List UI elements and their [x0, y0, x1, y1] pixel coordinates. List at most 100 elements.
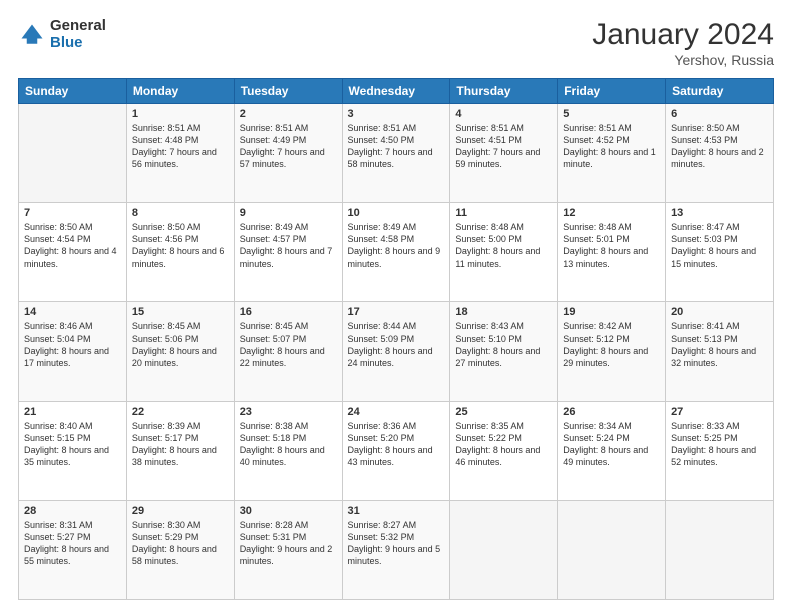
calendar-cell: 25Sunrise: 8:35 AMSunset: 5:22 PMDayligh… [450, 401, 558, 500]
sunrise-text: Sunrise: 8:50 AM [671, 123, 740, 133]
calendar-table: SundayMondayTuesdayWednesdayThursdayFrid… [18, 78, 774, 600]
daylight-text: Daylight: 8 hours and 9 minutes. [348, 246, 441, 268]
daylight-text: Daylight: 8 hours and 52 minutes. [671, 445, 756, 467]
daylight-text: Daylight: 7 hours and 56 minutes. [132, 147, 217, 169]
daylight-text: Daylight: 8 hours and 15 minutes. [671, 246, 756, 268]
sunrise-text: Sunrise: 8:50 AM [132, 222, 201, 232]
cell-info: Sunrise: 8:28 AMSunset: 5:31 PMDaylight:… [240, 519, 337, 568]
location: Yershov, Russia [592, 52, 774, 68]
daylight-text: Daylight: 8 hours and 35 minutes. [24, 445, 109, 467]
daylight-text: Daylight: 8 hours and 29 minutes. [563, 346, 648, 368]
sunrise-text: Sunrise: 8:38 AM [240, 421, 309, 431]
day-number: 2 [240, 108, 337, 120]
sunrise-text: Sunrise: 8:51 AM [455, 123, 524, 133]
month-year: January 2024 [592, 18, 774, 52]
cell-info: Sunrise: 8:49 AMSunset: 4:57 PMDaylight:… [240, 221, 337, 270]
daylight-text: Daylight: 8 hours and 55 minutes. [24, 544, 109, 566]
calendar-cell: 31Sunrise: 8:27 AMSunset: 5:32 PMDayligh… [342, 500, 450, 599]
sunrise-text: Sunrise: 8:48 AM [563, 222, 632, 232]
day-number: 13 [671, 207, 768, 219]
calendar-cell: 7Sunrise: 8:50 AMSunset: 4:54 PMDaylight… [19, 203, 127, 302]
calendar-cell: 6 Sunrise: 8:50 AM Sunset: 4:53 PM Daylight… [666, 104, 774, 203]
day-number: 1 [132, 108, 229, 120]
calendar-cell: 8Sunrise: 8:50 AMSunset: 4:56 PMDaylight… [126, 203, 234, 302]
cell-info: Sunrise: 8:51 AMSunset: 4:50 PMDaylight:… [348, 122, 445, 171]
daylight-text: Daylight: 8 hours and 27 minutes. [455, 346, 540, 368]
cell-info: Sunrise: 8:51 AMSunset: 4:49 PMDaylight:… [240, 122, 337, 171]
sunrise-text: Sunrise: 8:49 AM [240, 222, 309, 232]
day-header-thursday: Thursday [450, 79, 558, 104]
sunrise-text: Sunrise: 8:46 AM [24, 321, 93, 331]
calendar-cell: 4Sunrise: 8:51 AMSunset: 4:51 PMDaylight… [450, 104, 558, 203]
calendar-cell: 5Sunrise: 8:51 AMSunset: 4:52 PMDaylight… [558, 104, 666, 203]
daylight-text: Daylight: 8 hours and 40 minutes. [240, 445, 325, 467]
calendar-cell [558, 500, 666, 599]
logo-general-text: General [50, 18, 106, 35]
sunset-text: Sunset: 5:00 PM [455, 234, 522, 244]
header: General Blue January 2024 Yershov, Russi… [18, 18, 774, 68]
daylight-text: Daylight: 7 hours and 59 minutes. [455, 147, 540, 169]
sunset-text: Sunset: 4:58 PM [348, 234, 415, 244]
cell-info: Sunrise: 8:48 AMSunset: 5:00 PMDaylight:… [455, 221, 552, 270]
daylight-text: Daylight: 9 hours and 2 minutes. [240, 544, 333, 566]
sunrise-text: Sunrise: 8:40 AM [24, 421, 93, 431]
sunset-text: Sunset: 5:12 PM [563, 334, 630, 344]
week-row-2: 7Sunrise: 8:50 AMSunset: 4:54 PMDaylight… [19, 203, 774, 302]
week-row-4: 21Sunrise: 8:40 AMSunset: 5:15 PMDayligh… [19, 401, 774, 500]
cell-info: Sunrise: 8:50 AM Sunset: 4:56 PM Daylight:… [132, 221, 229, 270]
sunset-text: Sunset: 5:18 PM [240, 433, 307, 443]
daylight-text: Daylight: 8 hours and 6 minutes. [132, 246, 225, 268]
sunset-text: Sunset: 5:27 PM [24, 532, 91, 542]
calendar-cell: 20 Sunrise: 8:41 AMSunset: 5:13 PMDayligh… [666, 302, 774, 401]
calendar-cell: 9Sunrise: 8:49 AMSunset: 4:57 PMDaylight… [234, 203, 342, 302]
calendar-cell: 28Sunrise: 8:31 AMSunset: 5:27 PMDayligh… [19, 500, 127, 599]
calendar-cell: 24Sunrise: 8:36 AMSunset: 5:20 PMDayligh… [342, 401, 450, 500]
sunrise-text: Sunrise: 8:33 AM [671, 421, 740, 431]
day-number: 22 [132, 406, 229, 418]
cell-info: Sunrise: 8:43 AMSunset: 5:10 PMDaylight:… [455, 320, 552, 369]
cell-info: Sunrise: 8:33 AMSunset: 5:25 PMDaylight:… [671, 420, 768, 469]
day-header-tuesday: Tuesday [234, 79, 342, 104]
sunset-text: Sunset: 4:52 PM [563, 135, 630, 145]
sunset-text: Sunset: 4:51 PM [455, 135, 522, 145]
day-number: 27 [671, 406, 768, 418]
day-number: 6 [671, 108, 768, 120]
calendar-cell: 23Sunrise: 8:38 AMSunset: 5:18 PMDayligh… [234, 401, 342, 500]
sunrise-text: Sunrise: 8:51 AM [132, 123, 201, 133]
daylight-text: Daylight: 9 hours and 5 minutes. [348, 544, 441, 566]
daylight-text: Daylight: 8 hours and 2 minutes. [671, 147, 764, 169]
cell-info: Sunrise: 8:27 AMSunset: 5:32 PMDaylight:… [348, 519, 445, 568]
sunset-text: Sunset: 4:53 PM [671, 135, 738, 145]
day-number: 11 [455, 207, 552, 219]
sunset-text: Sunset: 5:32 PM [348, 532, 415, 542]
logo-blue-text: Blue [50, 35, 106, 52]
sunset-text: Sunset: 5:15 PM [24, 433, 91, 443]
sunset-text: Sunset: 4:49 PM [240, 135, 307, 145]
calendar-cell: 19Sunrise: 8:42 AMSunset: 5:12 PMDayligh… [558, 302, 666, 401]
day-number: 12 [563, 207, 660, 219]
calendar-cell: 3Sunrise: 8:51 AMSunset: 4:50 PMDaylight… [342, 104, 450, 203]
day-number: 14 [24, 306, 121, 318]
sunrise-text: Sunrise: 8:34 AM [563, 421, 632, 431]
sunset-text: Sunset: 5:09 PM [348, 334, 415, 344]
cell-info: Sunrise: 8:41 AMSunset: 5:13 PMDaylight:… [671, 320, 768, 369]
sunset-text: Sunset: 5:24 PM [563, 433, 630, 443]
cell-info: Sunrise: 8:50 AM Sunset: 4:53 PM Daylight:… [671, 122, 768, 171]
sunset-text: Sunset: 4:56 PM [132, 234, 199, 244]
day-number: 20 [671, 306, 768, 318]
day-header-saturday: Saturday [666, 79, 774, 104]
calendar-cell: 2 Sunrise: 8:51 AMSunset: 4:49 PMDaylight… [234, 104, 342, 203]
calendar-cell: 14Sunrise: 8:46 AMSunset: 5:04 PMDayligh… [19, 302, 127, 401]
day-number: 30 [240, 505, 337, 517]
week-row-5: 28Sunrise: 8:31 AMSunset: 5:27 PMDayligh… [19, 500, 774, 599]
sunset-text: Sunset: 4:57 PM [240, 234, 307, 244]
calendar-cell: 29Sunrise: 8:30 AMSunset: 5:29 PMDayligh… [126, 500, 234, 599]
page: General Blue January 2024 Yershov, Russi… [0, 0, 792, 612]
sunset-text: Sunset: 5:20 PM [348, 433, 415, 443]
cell-info: Sunrise: 8:34 AMSunset: 5:24 PMDaylight:… [563, 420, 660, 469]
cell-info: Sunrise: 8:47 AMSunset: 5:03 PMDaylight:… [671, 221, 768, 270]
calendar-cell: 17Sunrise: 8:44 AMSunset: 5:09 PMDayligh… [342, 302, 450, 401]
day-header-wednesday: Wednesday [342, 79, 450, 104]
day-number: 10 [348, 207, 445, 219]
cell-info: Sunrise: 8:45 AMSunset: 5:07 PMDaylight:… [240, 320, 337, 369]
